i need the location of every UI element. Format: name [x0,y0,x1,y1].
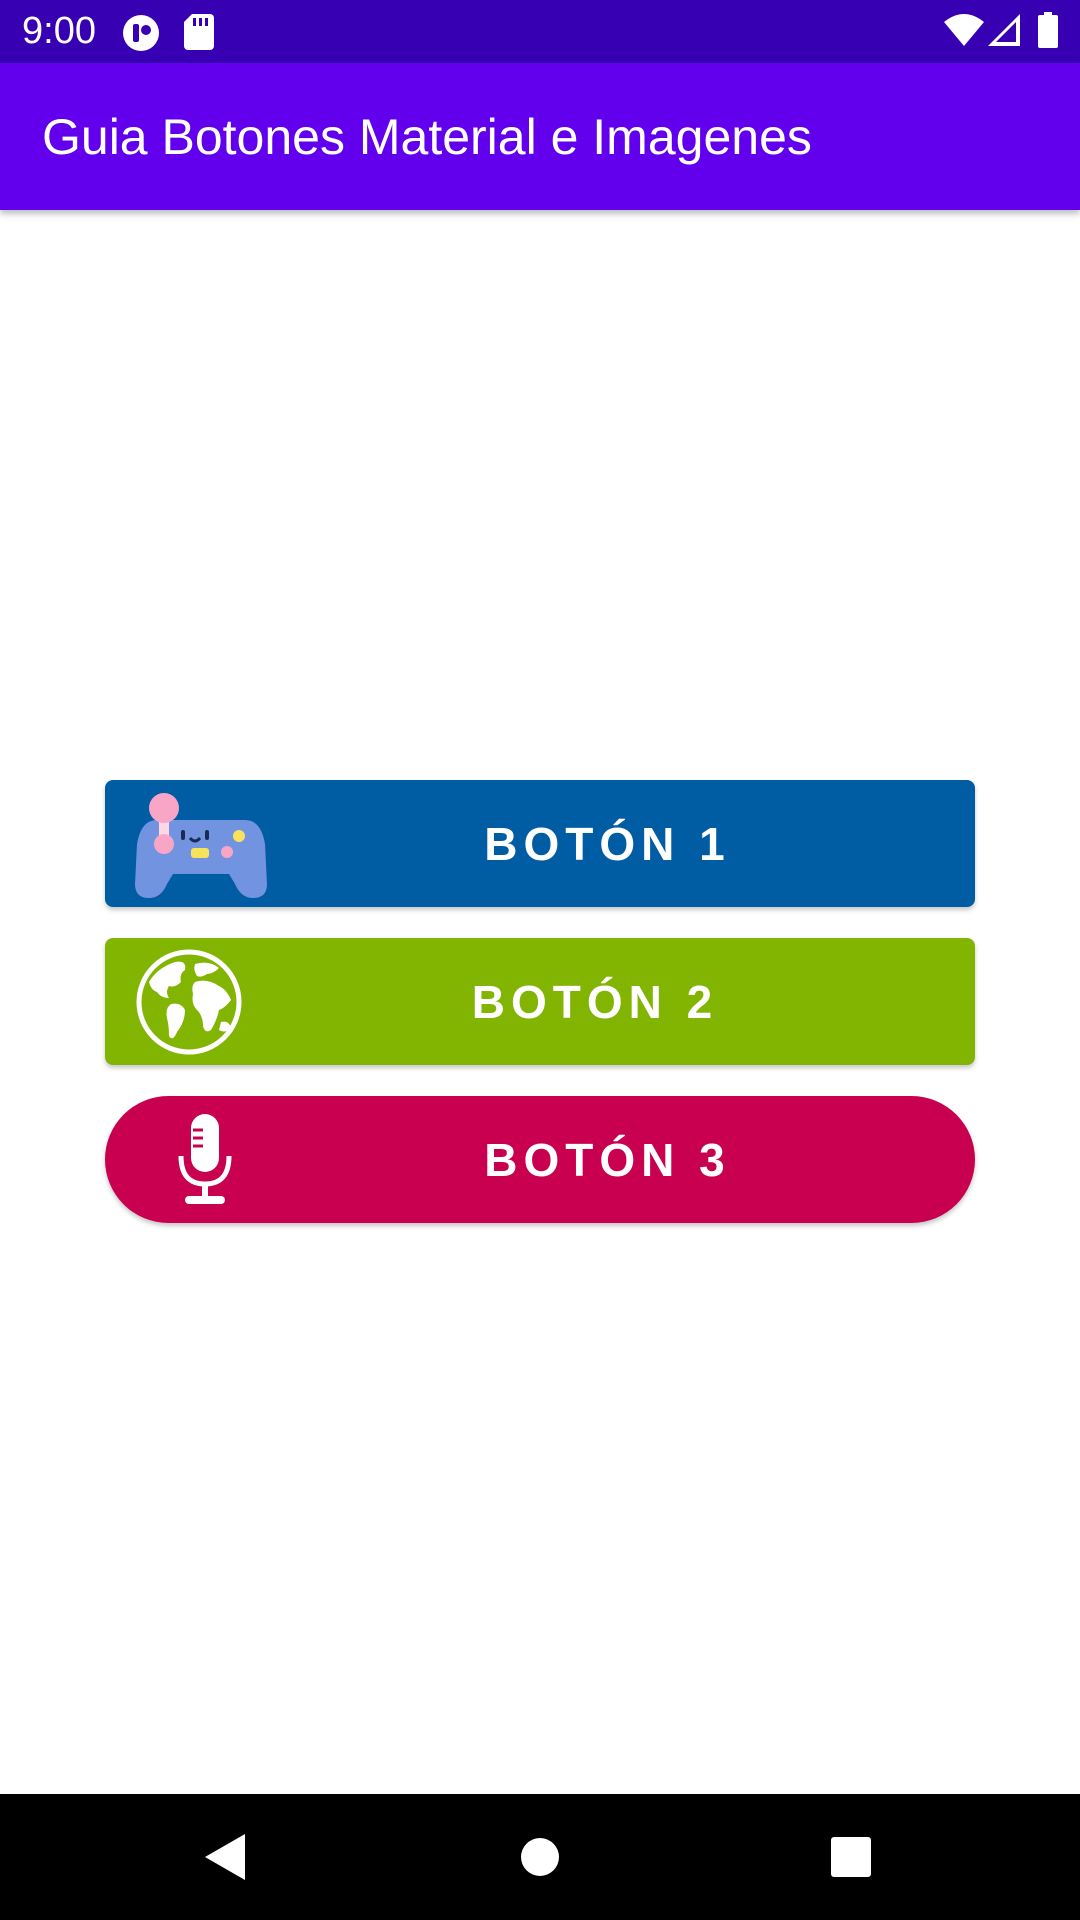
nav-home-button[interactable] [440,1794,640,1920]
battery-icon [1038,12,1058,52]
app-notification-icon [122,14,160,56]
app-title: Guia Botones Material e Imagenes [42,109,812,165]
boton-3-button[interactable]: BOTÓN 3 [105,1096,975,1223]
app-bar: Guia Botones Material e Imagenes [0,63,1080,210]
boton-1-label: BOTÓN 1 [484,817,731,870]
navigation-bar [0,1794,1080,1920]
nav-back-button[interactable] [125,1794,325,1920]
signal-icon [988,14,1020,50]
nav-recents-button[interactable] [750,1794,950,1920]
wifi-icon [944,14,984,50]
status-time: 9:00 [22,10,96,52]
boton-2-button[interactable]: BOTÓN 2 [105,938,975,1065]
boton-3-label: BOTÓN 3 [484,1133,731,1186]
back-icon [205,1834,245,1884]
sd-card-icon [184,14,214,54]
boton-1-button[interactable]: BOTÓN 1 [105,780,975,907]
boton-2-label: BOTÓN 2 [471,975,719,1028]
recents-icon [831,1837,871,1881]
screen: 9:00 Guia Botones Material e Imagenes BO… [0,0,1080,1920]
status-bar: 9:00 [0,0,1080,63]
home-icon [520,1837,560,1881]
